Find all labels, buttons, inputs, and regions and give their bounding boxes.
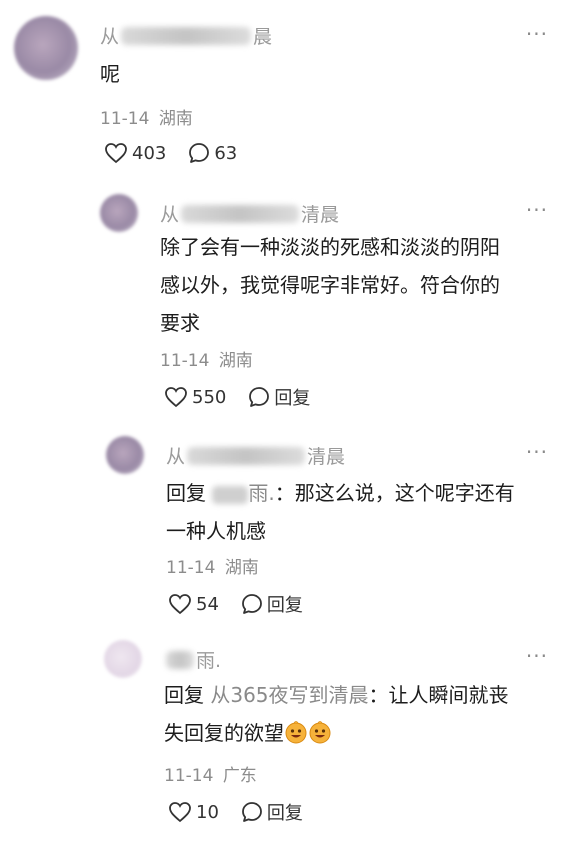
avatar[interactable] [100,194,138,232]
reply-label: 回复 [266,803,303,824]
reply-keyword: 回复 [164,683,204,707]
comment-date: 11-14 [160,351,210,371]
more-dots-icon[interactable]: ··· [526,644,548,668]
comment-actions: 54 回复 [168,591,325,617]
reply-label: 回复 [266,595,303,616]
comment-actions: 10 回复 [168,799,325,825]
reply-count: 63 [214,142,238,164]
comment-text: 呢 [100,62,120,86]
heart-outline-icon [165,387,187,408]
author-name[interactable]: 雨. [164,646,221,673]
avatar[interactable] [14,16,78,80]
like-count: 10 [196,801,219,823]
like-count: 54 [196,593,219,615]
comment-location: 湖南 [158,109,193,129]
more-dots-icon[interactable]: ··· [526,22,548,46]
comment-item: 从晨 ··· 呢 11-14 湖南 403 63 [0,0,570,190]
comment-location: 湖南 [218,351,253,371]
speech-bubble-icon [242,594,262,614]
like-button[interactable]: 403 [104,142,166,164]
reply-label: 回复 [274,388,311,409]
reply-count-button[interactable]: 63 [188,142,237,164]
author-name[interactable]: 从晨 [100,22,272,49]
speech-bubble-icon [242,802,262,822]
reply-item: 从清晨 ··· 回复 雨.：那这么说，这个呢字还有 一种人机感 11-14 湖南… [0,430,570,630]
comment-date: 11-14 [164,766,214,786]
reply-keyword: 回复 [166,481,206,505]
comment-actions: 550 回复 [164,384,332,410]
comment-meta: 11-14 广东 [164,761,257,786]
comment-date: 11-14 [166,558,216,578]
reply-button[interactable]: 回复 [241,591,303,617]
comment-date: 11-14 [100,109,150,129]
mention-link[interactable]: 从365夜写到清晨 [210,683,368,707]
grinning-face-emoji [285,721,307,744]
comment-location: 广东 [222,766,257,786]
comment-location: 湖南 [224,558,259,578]
more-dots-icon[interactable]: ··· [526,440,548,464]
speech-bubble-icon [249,387,270,407]
like-button[interactable]: 550 [164,386,226,408]
author-name[interactable]: 从清晨 [166,442,345,469]
reply-item: 雨. ··· 回复 从365夜写到清晨：让人瞬间就丧 失回复的欲望 11-14 … [0,636,570,841]
avatar[interactable] [104,640,142,678]
comment-actions: 403 63 [104,142,259,164]
heart-outline-icon [105,143,127,164]
grinning-face-emoji [309,721,331,744]
comment-meta: 11-14 湖南 [166,553,259,578]
comment-meta: 11-14 湖南 [160,346,253,371]
comment-meta: 11-14 湖南 [100,104,193,129]
comment-text: 回复 从365夜写到清晨：让人瞬间就丧 失回复的欲望 [164,683,509,745]
heart-outline-icon [169,594,191,615]
reply-button[interactable]: 回复 [241,799,303,825]
mention-link[interactable]: 雨. [212,481,275,505]
author-name[interactable]: 从清晨 [160,200,339,227]
reply-item: 从清晨 ··· 除了会有一种淡淡的死感和淡淡的阴阳 感以外，我觉得呢字非常好。符… [0,190,570,430]
like-count: 550 [192,386,227,408]
like-button[interactable]: 54 [168,593,219,615]
comment-text: 除了会有一种淡淡的死感和淡淡的阴阳 感以外，我觉得呢字非常好。符合你的 要求 [160,235,500,335]
more-dots-icon[interactable]: ··· [526,198,548,222]
speech-bubble-icon [189,143,210,163]
like-button[interactable]: 10 [168,801,219,823]
avatar[interactable] [106,436,144,474]
comment-text: 回复 雨.：那这么说，这个呢字还有 一种人机感 [166,481,515,543]
heart-outline-icon [169,802,191,823]
like-count: 403 [132,142,167,164]
reply-button[interactable]: 回复 [248,384,310,410]
